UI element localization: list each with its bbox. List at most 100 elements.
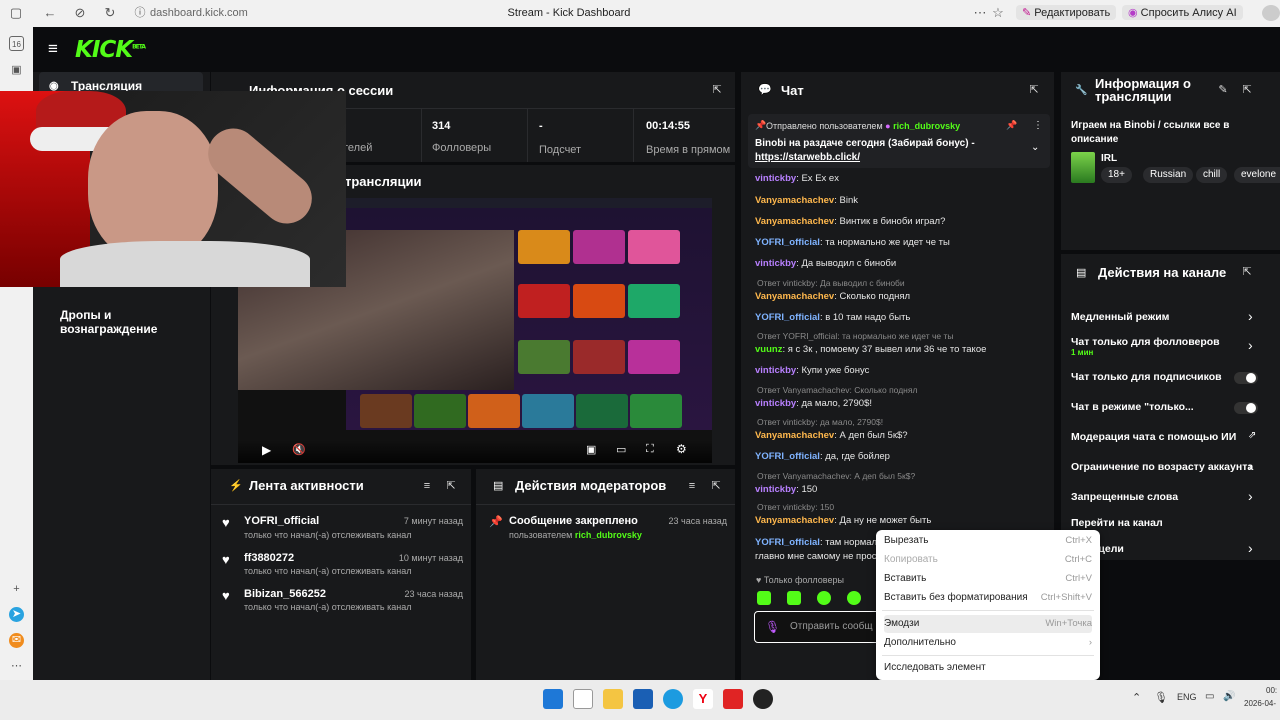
channel-action-row[interactable]: Чат только для фолловеров 1 мин bbox=[1071, 336, 1261, 357]
chat-message[interactable]: vuunz: я с 3к , помоему 37 вывел или 36 … bbox=[755, 344, 1045, 355]
chat-username[interactable]: Vanyamachachev bbox=[755, 216, 834, 227]
chat-reply-context[interactable]: Ответ vintickby: 150 bbox=[757, 502, 1047, 512]
edge-icon[interactable] bbox=[663, 689, 683, 709]
activity-name[interactable]: YOFRI_official bbox=[244, 515, 319, 527]
chat-reply-context[interactable]: Ответ Vanyamachachev: А деп был 5к$? bbox=[757, 471, 1047, 481]
chat-message[interactable]: vintickby: 150 bbox=[755, 484, 1045, 495]
emote-icon[interactable] bbox=[817, 591, 831, 605]
app-icon[interactable] bbox=[753, 689, 773, 709]
chat-username[interactable]: Vanyamachachev bbox=[755, 195, 834, 206]
channel-action-row[interactable]: Перейти на канал bbox=[1071, 517, 1261, 529]
emote-icon[interactable] bbox=[757, 591, 771, 605]
chat-username[interactable]: vintickby bbox=[755, 365, 796, 376]
chevron-right-icon[interactable]: › bbox=[1248, 540, 1253, 556]
chat-username[interactable]: YOFRI_official bbox=[755, 237, 820, 248]
kick-logo[interactable]: KICKBETA bbox=[75, 37, 146, 63]
mail-icon[interactable]: ✉ bbox=[9, 633, 24, 648]
channel-action-row[interactable]: Модерация чата с помощью ИИ bbox=[1071, 431, 1261, 443]
profile-avatar[interactable] bbox=[1262, 5, 1280, 21]
emote-icon[interactable] bbox=[847, 591, 861, 605]
context-menu-item[interactable]: Вставить Ctrl+V bbox=[884, 570, 1092, 588]
popout-icon[interactable]: ⇱ bbox=[1241, 266, 1253, 278]
more-icon[interactable]: ⋯ bbox=[972, 5, 988, 21]
channel-action-row[interactable]: Чат в режиме "только... bbox=[1071, 401, 1261, 413]
chat-message[interactable]: Vanyamachachev: Сколько поднял bbox=[755, 291, 1045, 302]
edit-button[interactable]: ✎ Редактировать bbox=[1016, 5, 1117, 20]
volume-icon[interactable]: 🔊 bbox=[1223, 691, 1235, 702]
language-indicator[interactable]: ENG bbox=[1177, 692, 1197, 702]
context-menu-item[interactable]: Эмодзи Win+Точка bbox=[884, 615, 1092, 633]
context-menu-item[interactable]: Исследовать элемент bbox=[884, 659, 1092, 677]
chat-username[interactable]: vintickby bbox=[755, 173, 796, 184]
context-menu-item[interactable]: Вставить без форматирования Ctrl+Shift+V bbox=[884, 589, 1092, 607]
activity-name[interactable]: ff3880272 bbox=[244, 552, 294, 564]
emote-icon[interactable] bbox=[787, 591, 801, 605]
store-icon[interactable] bbox=[633, 689, 653, 709]
mic-icon[interactable]: 🎙 bbox=[765, 620, 780, 634]
chat-message[interactable]: YOFRI_official: та нормально же идет че … bbox=[755, 237, 1045, 248]
tag[interactable]: chill bbox=[1196, 167, 1228, 183]
file-explorer-icon[interactable] bbox=[603, 689, 623, 709]
screenshot-icon[interactable]: ▣ bbox=[9, 63, 24, 78]
chat-username[interactable]: vintickby bbox=[755, 398, 796, 409]
chat-username[interactable]: YOFRI_official bbox=[755, 312, 820, 323]
context-menu-item[interactable]: Дополнительно › bbox=[884, 634, 1092, 652]
pinned-message[interactable]: 📌 Отправлено пользователем ● rich_dubrov… bbox=[748, 114, 1050, 168]
category-thumb[interactable] bbox=[1071, 152, 1095, 183]
menu-icon[interactable]: ≡ bbox=[48, 39, 58, 59]
context-menu-item[interactable]: Вырезать Ctrl+X bbox=[884, 532, 1092, 550]
chat-username[interactable]: vintickby bbox=[755, 258, 796, 269]
chat-message[interactable]: Vanyamachachev: Винтик в бинoби играл? bbox=[755, 216, 1045, 227]
chat-message[interactable]: vintickby: Ex Ex ex bbox=[755, 173, 1045, 184]
network-icon[interactable]: ▭ bbox=[1205, 691, 1214, 702]
popout-icon[interactable]: ⇱ bbox=[445, 480, 457, 492]
channel-action-row[interactable]: Ограничение по возрасту аккаунта bbox=[1071, 461, 1261, 473]
tab-counter[interactable]: 16 bbox=[9, 36, 24, 51]
chat-username[interactable]: Vanyamachachev bbox=[755, 515, 834, 526]
chevron-right-icon[interactable]: › bbox=[1248, 308, 1253, 324]
sidebar-item-drops[interactable]: Дропы и вознаграждение bbox=[60, 308, 210, 336]
chart-icon[interactable]: ⇗ bbox=[1248, 430, 1256, 441]
settings-icon[interactable]: ⚙ bbox=[676, 442, 687, 456]
add-icon[interactable]: + bbox=[9, 582, 24, 597]
toggle-switch[interactable] bbox=[1234, 402, 1258, 414]
mute-icon[interactable]: 🔇 bbox=[292, 443, 306, 456]
chevron-right-icon[interactable]: › bbox=[1248, 337, 1253, 353]
app-icon[interactable] bbox=[723, 689, 743, 709]
theater-icon[interactable]: ▭ bbox=[616, 443, 626, 456]
task-view-icon[interactable] bbox=[573, 689, 593, 709]
chevron-right-icon[interactable]: › bbox=[1248, 458, 1253, 474]
tag[interactable]: 18+ bbox=[1101, 167, 1132, 183]
channel-action-row[interactable]: Медленный режим bbox=[1071, 311, 1261, 323]
pin-toggle-icon[interactable]: 📌 bbox=[1006, 120, 1017, 131]
popout-icon[interactable]: ⇱ bbox=[1028, 84, 1040, 96]
chat-message[interactable]: vintickby: Да выводил с бинoби bbox=[755, 258, 1045, 269]
chat-username[interactable]: vintickby bbox=[755, 484, 796, 495]
pip-icon[interactable]: ▣ bbox=[586, 443, 596, 456]
chevron-right-icon[interactable]: › bbox=[1248, 488, 1253, 504]
yandex-browser-icon[interactable]: Y bbox=[693, 689, 713, 709]
chat-username[interactable]: YOFRI_official bbox=[755, 537, 820, 548]
chevron-down-icon[interactable]: ⌄ bbox=[1031, 142, 1039, 153]
ask-alice-button[interactable]: ◉ Спросить Алису AI bbox=[1122, 5, 1243, 20]
filter-icon[interactable]: ≡ bbox=[686, 480, 698, 492]
bookmark-icon[interactable]: ☆ bbox=[990, 5, 1006, 21]
popout-icon[interactable]: ⇱ bbox=[711, 84, 723, 96]
chat-reply-context[interactable]: Ответ vintickby: да мало, 2790$! bbox=[757, 417, 1047, 427]
chat-username[interactable]: Vanyamachachev bbox=[755, 291, 834, 302]
chat-reply-context[interactable]: Ответ Vanyamachachev: Сколько поднял bbox=[757, 385, 1047, 395]
category-name[interactable]: IRL bbox=[1101, 153, 1117, 164]
activity-name[interactable]: Bibizan_566252 bbox=[244, 588, 326, 600]
telegram-icon[interactable]: ➤ bbox=[9, 607, 24, 622]
pinned-link[interactable]: https://starwebb.click/ bbox=[755, 152, 860, 163]
mic-tray-icon[interactable]: 🎙 bbox=[1154, 691, 1168, 704]
chat-message[interactable]: Vanyamachachev: Вink bbox=[755, 195, 1045, 206]
filter-icon[interactable]: ≡ bbox=[421, 480, 433, 492]
popout-icon[interactable]: ⇱ bbox=[1241, 84, 1253, 96]
fullscreen-icon[interactable]: ⛶ bbox=[646, 443, 654, 456]
chat-input[interactable]: 🎙 Отправить сообщ bbox=[754, 611, 894, 643]
chat-username[interactable]: vuunz bbox=[755, 344, 782, 355]
more-dots-icon[interactable]: ⋯ bbox=[9, 659, 24, 674]
popout-icon[interactable]: ⇱ bbox=[710, 480, 722, 492]
chat-message[interactable]: Vanyamachachev: Да ну не может быть bbox=[755, 515, 1045, 526]
